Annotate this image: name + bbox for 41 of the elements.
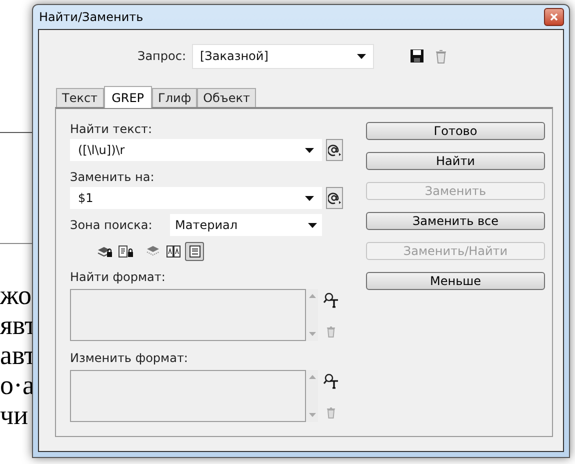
document-text-line: чи xyxy=(0,400,30,430)
change-format-label: Изменить формат: xyxy=(70,351,189,365)
query-label: Запрос: xyxy=(136,48,186,65)
tab[interactable]: Объект xyxy=(197,88,256,107)
document-text-line: авт xyxy=(0,340,36,370)
search-zone-label: Зона поиска: xyxy=(70,217,154,234)
at-sign-icon xyxy=(328,143,342,157)
tab[interactable]: GREP xyxy=(104,86,152,108)
search-zone-dropdown[interactable]: Материал xyxy=(170,214,322,236)
search-zone-toggle[interactable] xyxy=(185,242,204,260)
footnote-page-icon xyxy=(188,244,200,258)
dropdown-arrow-icon xyxy=(305,196,314,200)
tab[interactable]: Текст xyxy=(56,88,104,107)
dialog-button[interactable]: Заменить все xyxy=(366,212,545,230)
find-text-field[interactable]: ([\l\u])\r xyxy=(70,139,322,161)
format-search-icon[interactable] xyxy=(323,373,339,389)
window-title: Найти/Заменить xyxy=(38,9,144,26)
dialog-button[interactable]: Найти xyxy=(366,152,545,170)
replace-with-field[interactable]: $1 xyxy=(70,187,322,209)
replace-with-label: Заменить на: xyxy=(70,170,156,184)
tab[interactable]: Глиф xyxy=(152,88,198,107)
query-dropdown[interactable]: [Заказной] xyxy=(192,44,374,68)
save-icon[interactable] xyxy=(410,49,424,63)
dropdown-arrow-icon xyxy=(357,54,366,58)
at-sign-icon xyxy=(328,191,342,205)
open-book-icon xyxy=(166,244,181,258)
special-characters-button[interactable] xyxy=(326,187,343,209)
locked-layers-icon xyxy=(96,244,112,258)
find-text-label: Найти текст: xyxy=(70,122,154,136)
special-characters-button[interactable] xyxy=(326,139,343,161)
layers-icon xyxy=(146,245,160,257)
document-text-line: жо xyxy=(0,280,32,310)
find-format-label: Найти формат: xyxy=(70,270,166,284)
dropdown-arrow-icon xyxy=(308,222,317,228)
dropdown-arrow-icon xyxy=(305,148,314,152)
locked-document-icon xyxy=(118,244,134,258)
close-icon xyxy=(550,13,558,21)
dialog-button[interactable]: Меньше xyxy=(366,272,545,290)
close-button[interactable] xyxy=(544,8,564,26)
format-search-icon[interactable] xyxy=(323,292,339,308)
dialog-button[interactable]: Готово xyxy=(366,122,545,140)
